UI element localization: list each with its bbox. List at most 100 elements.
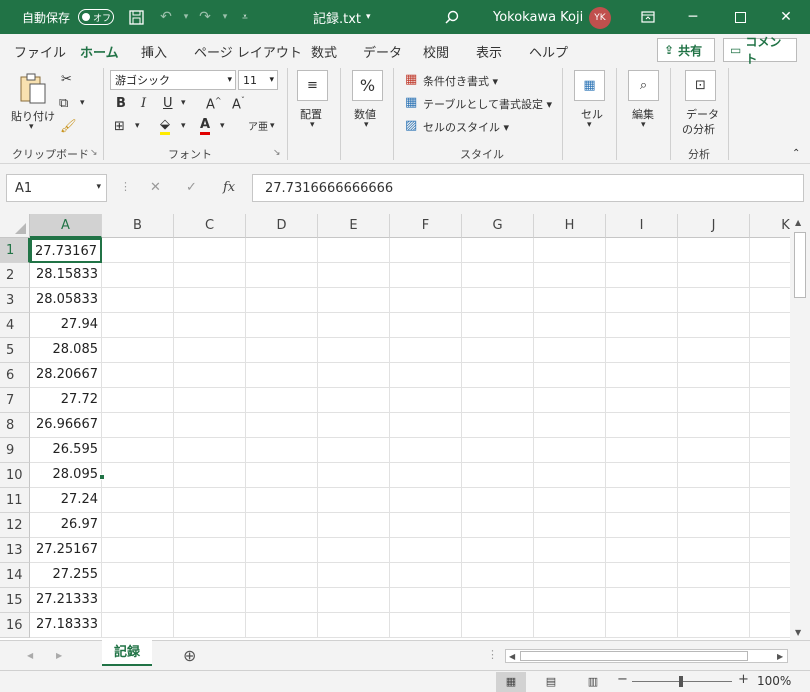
cell-empty[interactable]	[318, 463, 390, 488]
cell-empty[interactable]	[246, 388, 318, 413]
cell-empty[interactable]	[246, 538, 318, 563]
cell-empty[interactable]	[462, 563, 534, 588]
insert-function-icon[interactable]: fx	[223, 180, 235, 195]
cell-a13[interactable]: 27.25167	[30, 538, 102, 563]
cell-empty[interactable]	[750, 363, 790, 388]
cell-empty[interactable]	[462, 613, 534, 638]
horizontal-scrollbar[interactable]: ◀ ▶	[505, 649, 788, 663]
analyze-data-icon[interactable]: ⊡	[685, 70, 716, 101]
cell-empty[interactable]	[534, 388, 606, 413]
scroll-down-icon[interactable]: ▼	[795, 628, 801, 637]
cell-empty[interactable]	[606, 388, 678, 413]
cell-empty[interactable]	[246, 313, 318, 338]
cell-empty[interactable]	[174, 263, 246, 288]
vertical-scrollbar[interactable]: ▲ ▼	[790, 214, 810, 640]
cell-a3[interactable]: 28.05833	[30, 288, 102, 313]
cell-empty[interactable]	[246, 413, 318, 438]
horizontal-scroll-thumb[interactable]	[520, 651, 748, 661]
cell-empty[interactable]	[390, 238, 462, 263]
cell-empty[interactable]	[462, 388, 534, 413]
cell-empty[interactable]	[102, 388, 174, 413]
cell-a16[interactable]: 27.18333	[30, 613, 102, 638]
cell-empty[interactable]	[390, 263, 462, 288]
cell-a12[interactable]: 26.97	[30, 513, 102, 538]
cell-empty[interactable]	[318, 438, 390, 463]
cell-empty[interactable]	[174, 363, 246, 388]
fill-handle[interactable]	[99, 474, 105, 480]
cell-empty[interactable]	[246, 288, 318, 313]
cell-empty[interactable]	[318, 238, 390, 263]
alignment-icon[interactable]: ≡	[297, 70, 328, 101]
cell-empty[interactable]	[606, 538, 678, 563]
cell-empty[interactable]	[534, 238, 606, 263]
cell-empty[interactable]	[534, 563, 606, 588]
cell-empty[interactable]	[318, 488, 390, 513]
cell-empty[interactable]	[534, 288, 606, 313]
row-header[interactable]: 4	[0, 313, 30, 338]
column-header-k[interactable]: K	[750, 214, 790, 238]
conditional-format-icon[interactable]: ▦	[405, 72, 417, 87]
user-name[interactable]: Yokokawa Koji	[493, 0, 583, 34]
phonetic-icon[interactable]: ア亜	[248, 118, 268, 133]
cell-empty[interactable]	[318, 413, 390, 438]
cell-empty[interactable]	[390, 288, 462, 313]
cell-a10[interactable]: 28.095	[30, 463, 102, 488]
undo-icon[interactable]: ↶	[157, 0, 175, 34]
cell-empty[interactable]	[750, 613, 790, 638]
cell-empty[interactable]	[174, 538, 246, 563]
analyze-data-label-line1[interactable]: データ	[686, 106, 719, 122]
cell-empty[interactable]	[102, 588, 174, 613]
cells-label[interactable]: セル	[581, 106, 603, 122]
cell-empty[interactable]	[246, 338, 318, 363]
column-header-c[interactable]: C	[174, 214, 246, 238]
cell-empty[interactable]	[102, 488, 174, 513]
borders-dropdown-icon[interactable]: ▾	[135, 121, 140, 131]
cell-empty[interactable]	[750, 463, 790, 488]
customize-qat-icon[interactable]: ⩡	[236, 0, 254, 34]
cell-empty[interactable]	[534, 513, 606, 538]
cell-empty[interactable]	[318, 388, 390, 413]
cell-empty[interactable]	[174, 563, 246, 588]
cell-empty[interactable]	[174, 438, 246, 463]
undo-dropdown-icon[interactable]: ▾	[177, 0, 195, 34]
cell-empty[interactable]	[534, 338, 606, 363]
row-header[interactable]: 1	[0, 238, 30, 263]
cell-empty[interactable]	[246, 588, 318, 613]
cell-empty[interactable]	[462, 263, 534, 288]
row-header[interactable]: 13	[0, 538, 30, 563]
cell-empty[interactable]	[750, 388, 790, 413]
cell-empty[interactable]	[678, 613, 750, 638]
cell-a7[interactable]: 27.72	[30, 388, 102, 413]
column-header-g[interactable]: G	[462, 214, 534, 238]
cell-empty[interactable]	[678, 513, 750, 538]
cell-empty[interactable]	[102, 313, 174, 338]
cell-empty[interactable]	[606, 513, 678, 538]
cell-empty[interactable]	[462, 338, 534, 363]
cancel-icon[interactable]: ✕	[150, 180, 161, 195]
row-header[interactable]: 3	[0, 288, 30, 313]
cell-a6[interactable]: 28.20667	[30, 363, 102, 388]
font-color-icon[interactable]: A	[200, 118, 211, 135]
conditional-format-button[interactable]: 条件付き書式 ▾	[423, 73, 498, 89]
cell-empty[interactable]	[534, 613, 606, 638]
column-header-h[interactable]: H	[534, 214, 606, 238]
cell-empty[interactable]	[174, 338, 246, 363]
column-header-b[interactable]: B	[102, 214, 174, 238]
cell-empty[interactable]	[534, 488, 606, 513]
cell-empty[interactable]	[102, 363, 174, 388]
cell-empty[interactable]	[678, 488, 750, 513]
sheet-next-icon[interactable]: ▶	[56, 651, 62, 660]
cell-empty[interactable]	[390, 613, 462, 638]
cell-a11[interactable]: 27.24	[30, 488, 102, 513]
cell-empty[interactable]	[174, 613, 246, 638]
font-name-box[interactable]: 游ゴシック ▾	[110, 70, 236, 90]
cell-empty[interactable]	[606, 363, 678, 388]
cell-empty[interactable]	[750, 438, 790, 463]
cell-a1[interactable]: 27.73167	[30, 238, 102, 263]
cell-empty[interactable]	[102, 438, 174, 463]
italic-icon[interactable]: I	[141, 96, 146, 111]
autosave-toggle[interactable]: オフ	[78, 9, 114, 25]
underline-icon[interactable]: U	[163, 96, 173, 111]
cell-empty[interactable]	[174, 588, 246, 613]
tab-insert[interactable]: 挿入	[141, 42, 167, 61]
